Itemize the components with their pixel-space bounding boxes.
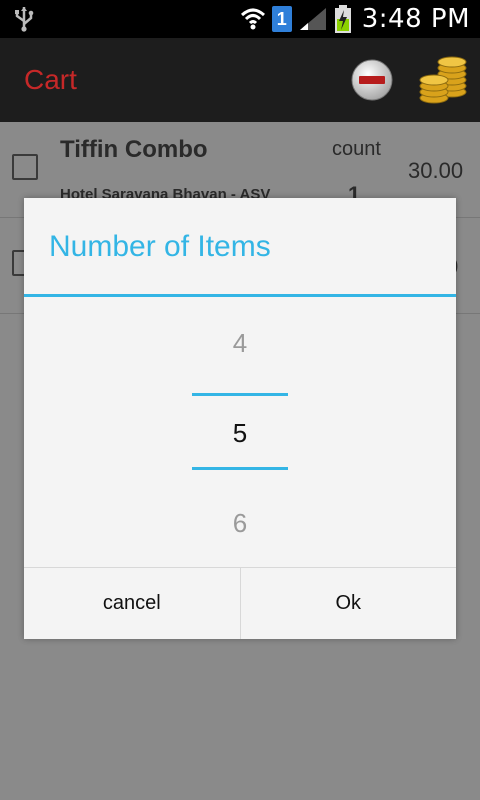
picker-current-value[interactable]: 5 — [24, 418, 456, 449]
page-title: Cart — [24, 64, 77, 95]
status-bar: 1 3:48 PM — [0, 0, 480, 38]
notification-badge: 1 — [271, 6, 292, 32]
picker-previous-value[interactable]: 4 — [24, 328, 456, 359]
coins-icon[interactable] — [416, 52, 472, 108]
item-checkbox[interactable] — [12, 154, 38, 180]
ok-button[interactable]: Ok — [239, 568, 457, 639]
title-divider — [24, 294, 456, 297]
dialog-title: Number of Items — [49, 230, 271, 263]
item-name: Tiffin Combo — [60, 136, 208, 163]
battery-charging-icon — [334, 5, 351, 33]
signal-icon — [299, 8, 326, 30]
picker-selection-line-bottom — [192, 467, 288, 470]
dialog-button-bar: cancel Ok — [24, 567, 456, 639]
wifi-icon — [240, 8, 265, 30]
number-picker-dialog: Number of Items 4 5 6 cancel Ok — [24, 198, 456, 639]
action-bar: Cart — [0, 38, 480, 122]
cancel-button[interactable]: cancel — [24, 568, 240, 639]
picker-selection-line-top — [192, 393, 288, 396]
remove-icon[interactable] — [350, 58, 394, 102]
picker-next-value[interactable]: 6 — [24, 508, 456, 539]
item-price: 30.00 — [408, 158, 464, 183]
clock: 3:48 PM — [361, 4, 470, 34]
usb-icon — [15, 7, 34, 32]
count-label: count — [332, 138, 381, 160]
